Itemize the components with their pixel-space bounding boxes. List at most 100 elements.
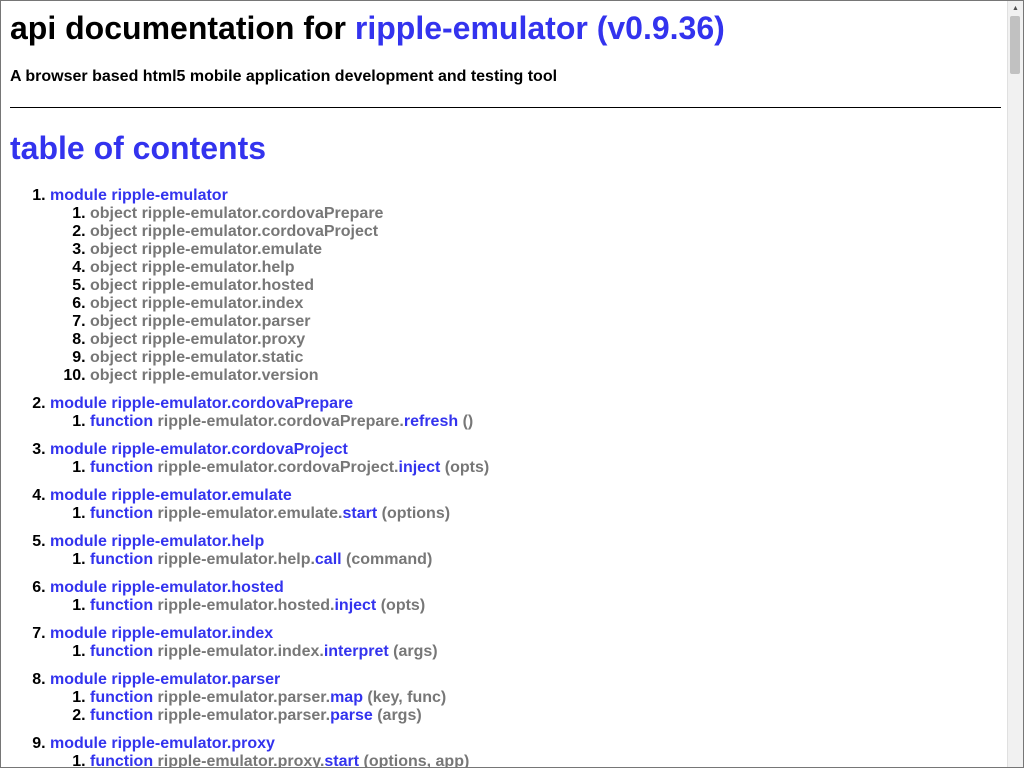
member-args: (key, func) bbox=[367, 689, 447, 706]
module-link[interactable]: module ripple-emulator.cordovaProject bbox=[50, 441, 348, 458]
member-kind: object bbox=[90, 259, 138, 276]
toc-member-item[interactable]: function ripple-emulator.proxy.start (op… bbox=[90, 753, 489, 768]
page-frame: api documentation for ripple-emulator (v… bbox=[0, 0, 1024, 768]
member-path: ripple-emulator.cordovaProject bbox=[141, 223, 379, 240]
member-kind: object bbox=[90, 367, 138, 384]
module-link[interactable]: module ripple-emulator.index bbox=[50, 625, 273, 642]
member-path: ripple-emulator.index bbox=[141, 295, 304, 312]
member-kind: object bbox=[90, 295, 138, 312]
toc-member-item[interactable]: object ripple-emulator.proxy bbox=[90, 331, 489, 349]
member-name[interactable]: call bbox=[315, 551, 342, 568]
module-link[interactable]: module ripple-emulator.help bbox=[50, 533, 264, 550]
member-path: ripple-emulator.cordovaProject. bbox=[157, 459, 399, 476]
member-name[interactable]: inject bbox=[334, 597, 376, 614]
member-path: ripple-emulator.parser. bbox=[157, 689, 331, 706]
member-kind: object bbox=[90, 223, 138, 240]
member-name[interactable]: interpret bbox=[324, 643, 389, 660]
toc-module-item: module ripple-emulator.emulatefunction r… bbox=[50, 487, 489, 523]
member-kind: object bbox=[90, 349, 138, 366]
divider bbox=[10, 107, 1001, 108]
member-args: (options, app) bbox=[363, 753, 470, 768]
toc-member-item[interactable]: object ripple-emulator.emulate bbox=[90, 241, 489, 259]
member-kind: object bbox=[90, 277, 138, 294]
scrollbar-thumb[interactable] bbox=[1010, 16, 1020, 74]
member-args: (opts) bbox=[380, 597, 426, 614]
member-kind: function bbox=[90, 689, 154, 706]
member-args: (options) bbox=[381, 505, 451, 522]
module-members-list: function ripple-emulator.emulate.start (… bbox=[50, 505, 489, 523]
chevron-up-icon[interactable]: ▲ bbox=[1008, 1, 1023, 15]
module-link[interactable]: module ripple-emulator.hosted bbox=[50, 579, 284, 596]
toc-member-item[interactable]: function ripple-emulator.hosted.inject (… bbox=[90, 597, 489, 615]
member-path: ripple-emulator.help. bbox=[157, 551, 315, 568]
toc-module-item: module ripple-emulator.helpfunction ripp… bbox=[50, 533, 489, 569]
member-args: (args) bbox=[377, 707, 422, 724]
toc-module-item: module ripple-emulatorobject ripple-emul… bbox=[50, 187, 489, 385]
toc-member-item[interactable]: function ripple-emulator.cordovaProject.… bbox=[90, 459, 489, 477]
module-members-list: function ripple-emulator.help.call (comm… bbox=[50, 551, 489, 569]
member-path: ripple-emulator.version bbox=[141, 367, 319, 384]
vertical-scrollbar[interactable]: ▲ bbox=[1007, 1, 1023, 767]
module-members-list: function ripple-emulator.parser.map (key… bbox=[50, 689, 489, 725]
toc-member-item[interactable]: function ripple-emulator.index.interpret… bbox=[90, 643, 489, 661]
member-name[interactable]: parse bbox=[330, 707, 373, 724]
module-link[interactable]: module ripple-emulator.proxy bbox=[50, 735, 275, 752]
member-name[interactable]: start bbox=[324, 753, 359, 767]
member-path: ripple-emulator.parser. bbox=[157, 707, 331, 724]
module-link[interactable]: module ripple-emulator.cordovaPrepare bbox=[50, 395, 353, 412]
toc-member-item[interactable]: function ripple-emulator.parser.map (key… bbox=[90, 689, 489, 707]
member-kind: object bbox=[90, 205, 138, 222]
member-path: ripple-emulator.static bbox=[141, 349, 304, 366]
member-kind: function bbox=[90, 413, 154, 430]
toc-module-item: module ripple-emulator.proxyfunction rip… bbox=[50, 735, 489, 768]
member-kind: function bbox=[90, 643, 154, 660]
module-members-list: function ripple-emulator.hosted.inject (… bbox=[50, 597, 489, 615]
member-kind: object bbox=[90, 331, 138, 348]
member-name[interactable]: start bbox=[342, 505, 377, 522]
member-name[interactable]: refresh bbox=[404, 413, 458, 430]
toc-member-item[interactable]: function ripple-emulator.emulate.start (… bbox=[90, 505, 489, 523]
module-members-list: function ripple-emulator.cordovaPrepare.… bbox=[50, 413, 489, 431]
toc-member-item[interactable]: function ripple-emulator.parser.parse (a… bbox=[90, 707, 489, 725]
toc-member-item[interactable]: object ripple-emulator.parser bbox=[90, 313, 489, 331]
member-kind: function bbox=[90, 597, 154, 614]
member-path: ripple-emulator.cordovaPrepare. bbox=[157, 413, 404, 430]
module-link[interactable]: module ripple-emulator.parser bbox=[50, 671, 280, 688]
toc-member-item[interactable]: object ripple-emulator.cordovaPrepare bbox=[90, 205, 489, 223]
module-members-list: function ripple-emulator.index.interpret… bbox=[50, 643, 489, 661]
module-link[interactable]: module ripple-emulator bbox=[50, 187, 228, 204]
module-members-list: function ripple-emulator.cordovaProject.… bbox=[50, 459, 489, 477]
member-kind: function bbox=[90, 459, 154, 476]
member-path: ripple-emulator.hosted bbox=[141, 277, 315, 294]
toc-member-item[interactable]: function ripple-emulator.cordovaPrepare.… bbox=[90, 413, 489, 431]
toc-module-item: module ripple-emulator.parserfunction ri… bbox=[50, 671, 489, 725]
member-path: ripple-emulator.proxy. bbox=[157, 753, 325, 768]
member-path: ripple-emulator.help bbox=[141, 259, 295, 276]
toc-member-item[interactable]: function ripple-emulator.help.call (comm… bbox=[90, 551, 489, 569]
member-path: ripple-emulator.cordovaPrepare bbox=[141, 205, 384, 222]
toc-member-item[interactable]: object ripple-emulator.cordovaProject bbox=[90, 223, 489, 241]
page-title: api documentation for ripple-emulator (v… bbox=[10, 9, 725, 47]
member-kind: function bbox=[90, 505, 154, 522]
toc-member-item[interactable]: object ripple-emulator.hosted bbox=[90, 277, 489, 295]
toc-member-item[interactable]: object ripple-emulator.static bbox=[90, 349, 489, 367]
toc-member-item[interactable]: object ripple-emulator.help bbox=[90, 259, 489, 277]
toc-module-item: module ripple-emulator.indexfunction rip… bbox=[50, 625, 489, 661]
toc-member-item[interactable]: object ripple-emulator.version bbox=[90, 367, 489, 385]
member-path: ripple-emulator.parser bbox=[141, 313, 311, 330]
member-path: ripple-emulator.hosted. bbox=[157, 597, 335, 614]
member-path: ripple-emulator.emulate bbox=[141, 241, 323, 258]
member-name[interactable]: map bbox=[330, 689, 363, 706]
toc-member-item[interactable]: object ripple-emulator.index bbox=[90, 295, 489, 313]
toc-module-item: module ripple-emulator.hostedfunction ri… bbox=[50, 579, 489, 615]
package-name: ripple-emulator (v0.9.36) bbox=[354, 10, 725, 46]
package-description: A browser based html5 mobile application… bbox=[10, 68, 558, 85]
module-link[interactable]: module ripple-emulator.emulate bbox=[50, 487, 292, 504]
member-args: (opts) bbox=[444, 459, 490, 476]
member-args: (command) bbox=[346, 551, 433, 568]
member-name[interactable]: inject bbox=[399, 459, 441, 476]
member-args: () bbox=[462, 413, 474, 430]
title-prefix: api documentation for bbox=[10, 10, 355, 46]
toc-module-item: module ripple-emulator.cordovaProjectfun… bbox=[50, 441, 489, 477]
member-path: ripple-emulator.index. bbox=[157, 643, 324, 660]
